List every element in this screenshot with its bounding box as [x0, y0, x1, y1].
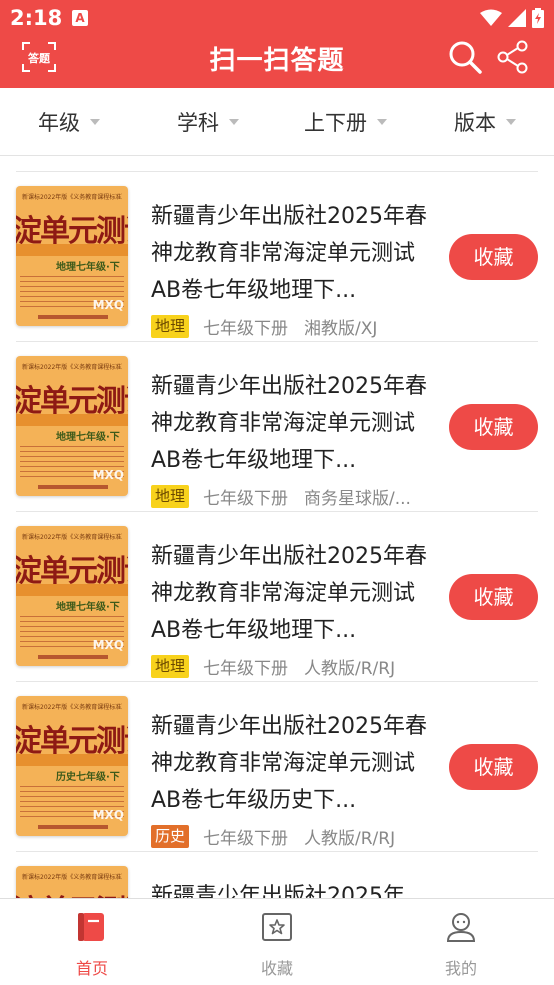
cover-title-text: 淀单元测试AB: [16, 886, 128, 898]
book-cover[interactable]: 新课标2022年版《义务教育课程标准》编写 淀单元测试AB 地理七年级·下 MX…: [16, 186, 128, 326]
subject-tag: 地理: [151, 654, 190, 678]
notification-icon: A: [72, 10, 88, 26]
book-meta: 地理 七年级下册 湘教版/XJ: [151, 314, 378, 339]
tab-home-label: 首页: [75, 959, 108, 978]
grade-text: 七年级下册: [203, 318, 289, 339]
cover-watermark: MXQ: [92, 468, 124, 482]
list-item[interactable]: 新课标2022年版《义务教育课程标准》编写 淀单元测试AB 新疆青少年出版社20…: [0, 852, 554, 898]
cover-top-text: 新课标2022年版《义务教育课程标准》编写: [22, 534, 122, 540]
edition-text: 人教版/R/RJ: [304, 658, 396, 679]
cover-top-text: 新课标2022年版《义务教育课程标准》编写: [22, 364, 122, 370]
book-cover[interactable]: 新课标2022年版《义务教育课程标准》编写 淀单元测试AB 地理七年级·下 MX…: [16, 526, 128, 666]
cover-watermark: MXQ: [92, 638, 124, 652]
grade-text: 七年级下册: [203, 488, 289, 509]
book-cover[interactable]: 新课标2022年版《义务教育课程标准》编写 淀单元测试AB 地理七年级·下 MX…: [16, 356, 128, 496]
cover-subject-text: 地理七年级·下: [56, 432, 120, 443]
cover-footer: [38, 655, 108, 659]
filter-grade[interactable]: 年级: [38, 88, 100, 156]
book-list[interactable]: 新课标2022年版《义务教育课程标准》编写 淀单元测试AB 地理七年级·下 MX…: [0, 157, 554, 898]
caret-down-icon: [90, 119, 100, 125]
cover-watermark: MXQ: [92, 298, 124, 312]
caret-down-icon: [377, 119, 387, 125]
cover-subject-text: 地理七年级·下: [56, 602, 120, 613]
home-book-icon: [78, 913, 104, 941]
book-meta: 地理 七年级下册 人教版/R/RJ: [151, 654, 396, 679]
caret-down-icon: [506, 119, 516, 125]
cover-band: [16, 584, 128, 596]
cover-footer: [38, 315, 108, 319]
caret-down-icon: [229, 119, 239, 125]
tab-home[interactable]: 首页: [32, 899, 152, 985]
filter-subject-label: 学科: [177, 111, 219, 135]
cover-footer: [38, 485, 108, 489]
cover-subject-text: 地理七年级·下: [56, 262, 120, 273]
grade-text: 七年级下册: [203, 828, 289, 849]
book-meta: 历史 七年级下册 人教版/R/RJ: [151, 824, 396, 849]
search-icon[interactable]: [448, 40, 482, 74]
wifi-icon: [480, 9, 502, 26]
subject-tag: 地理: [151, 314, 190, 338]
cover-top-text: 新课标2022年版《义务教育课程标准》编写: [22, 194, 122, 200]
book-title[interactable]: 新疆青少年出版社2025年春神龙教育非常海淀单元测试AB卷七年级地理下...: [151, 368, 431, 479]
tab-favorites-label: 收藏: [260, 959, 293, 978]
status-icons: [480, 8, 544, 28]
cover-top-text: 新课标2022年版《义务教育课程标准》编写: [22, 704, 122, 710]
list-item[interactable]: 新课标2022年版《义务教育课程标准》编写 淀单元测试AB 地理七年级·下 MX…: [0, 512, 554, 682]
tab-profile-label: 我的: [444, 959, 477, 978]
book-title[interactable]: 新疆青少年出版社2025年春神龙教育非常海淀单元测试AB卷七年级地理下...: [151, 198, 431, 309]
cover-band: [16, 754, 128, 766]
user-icon: [446, 913, 476, 942]
cover-top-text: 新课标2022年版《义务教育课程标准》编写: [22, 874, 122, 880]
favorite-button[interactable]: 收藏: [449, 744, 538, 790]
cover-footer: [38, 825, 108, 829]
filter-grade-label: 年级: [38, 111, 80, 135]
tab-profile[interactable]: 我的: [401, 899, 521, 985]
cover-band: [16, 414, 128, 426]
favorite-button[interactable]: 收藏: [449, 234, 538, 280]
favorite-button[interactable]: 收藏: [449, 404, 538, 450]
filter-edition[interactable]: 版本: [454, 88, 516, 156]
book-title[interactable]: 新疆青少年出版社2025年春神龙教育非常海淀单元测试AB卷七年级地理下...: [151, 538, 431, 649]
battery-icon: [532, 8, 544, 28]
subject-tag: 地理: [151, 484, 190, 508]
signal-icon: [508, 9, 526, 27]
status-bar: 2:18 A: [0, 0, 554, 36]
cover-watermark: MXQ: [92, 808, 124, 822]
status-time: 2:18: [10, 6, 63, 30]
list-item[interactable]: 新课标2022年版《义务教育课程标准》编写 淀单元测试AB 地理七年级·下 MX…: [0, 342, 554, 512]
list-item[interactable]: 新课标2022年版《义务教育课程标准》编写 淀单元测试AB 历史七年级·下 MX…: [0, 682, 554, 852]
edition-text: 人教版/R/RJ: [304, 828, 396, 849]
grade-text: 七年级下册: [203, 658, 289, 679]
book-cover[interactable]: 新课标2022年版《义务教育课程标准》编写 淀单元测试AB: [16, 866, 128, 898]
book-title[interactable]: 新疆青少年出版社2025年: [151, 878, 431, 898]
book-title[interactable]: 新疆青少年出版社2025年春神龙教育非常海淀单元测试AB卷七年级历史下...: [151, 708, 431, 819]
list-item[interactable]: 新课标2022年版《义务教育课程标准》编写 淀单元测试AB 地理七年级·下 MX…: [0, 172, 554, 342]
filter-bar: 年级 学科 上下册 版本: [0, 88, 554, 156]
tab-favorites[interactable]: 收藏: [217, 899, 337, 985]
share-icon[interactable]: [496, 40, 530, 74]
favorite-button[interactable]: 收藏: [449, 574, 538, 620]
filter-edition-label: 版本: [454, 111, 496, 135]
cover-subject-text: 历史七年级·下: [56, 772, 120, 783]
subject-tag: 历史: [151, 824, 190, 848]
book-cover[interactable]: 新课标2022年版《义务教育课程标准》编写 淀单元测试AB 历史七年级·下 MX…: [16, 696, 128, 836]
edition-text: 商务星球版/...: [304, 488, 411, 509]
star-box-icon: [262, 913, 292, 941]
edition-text: 湘教版/XJ: [304, 318, 378, 339]
bottom-tab-bar: 首页 收藏 我的: [0, 898, 554, 985]
book-meta: 地理 七年级下册 商务星球版/...: [151, 484, 411, 509]
filter-subject[interactable]: 学科: [177, 88, 239, 156]
filter-volume[interactable]: 上下册: [304, 88, 387, 156]
cover-band: [16, 244, 128, 256]
filter-volume-label: 上下册: [304, 111, 367, 135]
app-header: 2:18 A 答题 扫一扫答题: [0, 0, 554, 88]
